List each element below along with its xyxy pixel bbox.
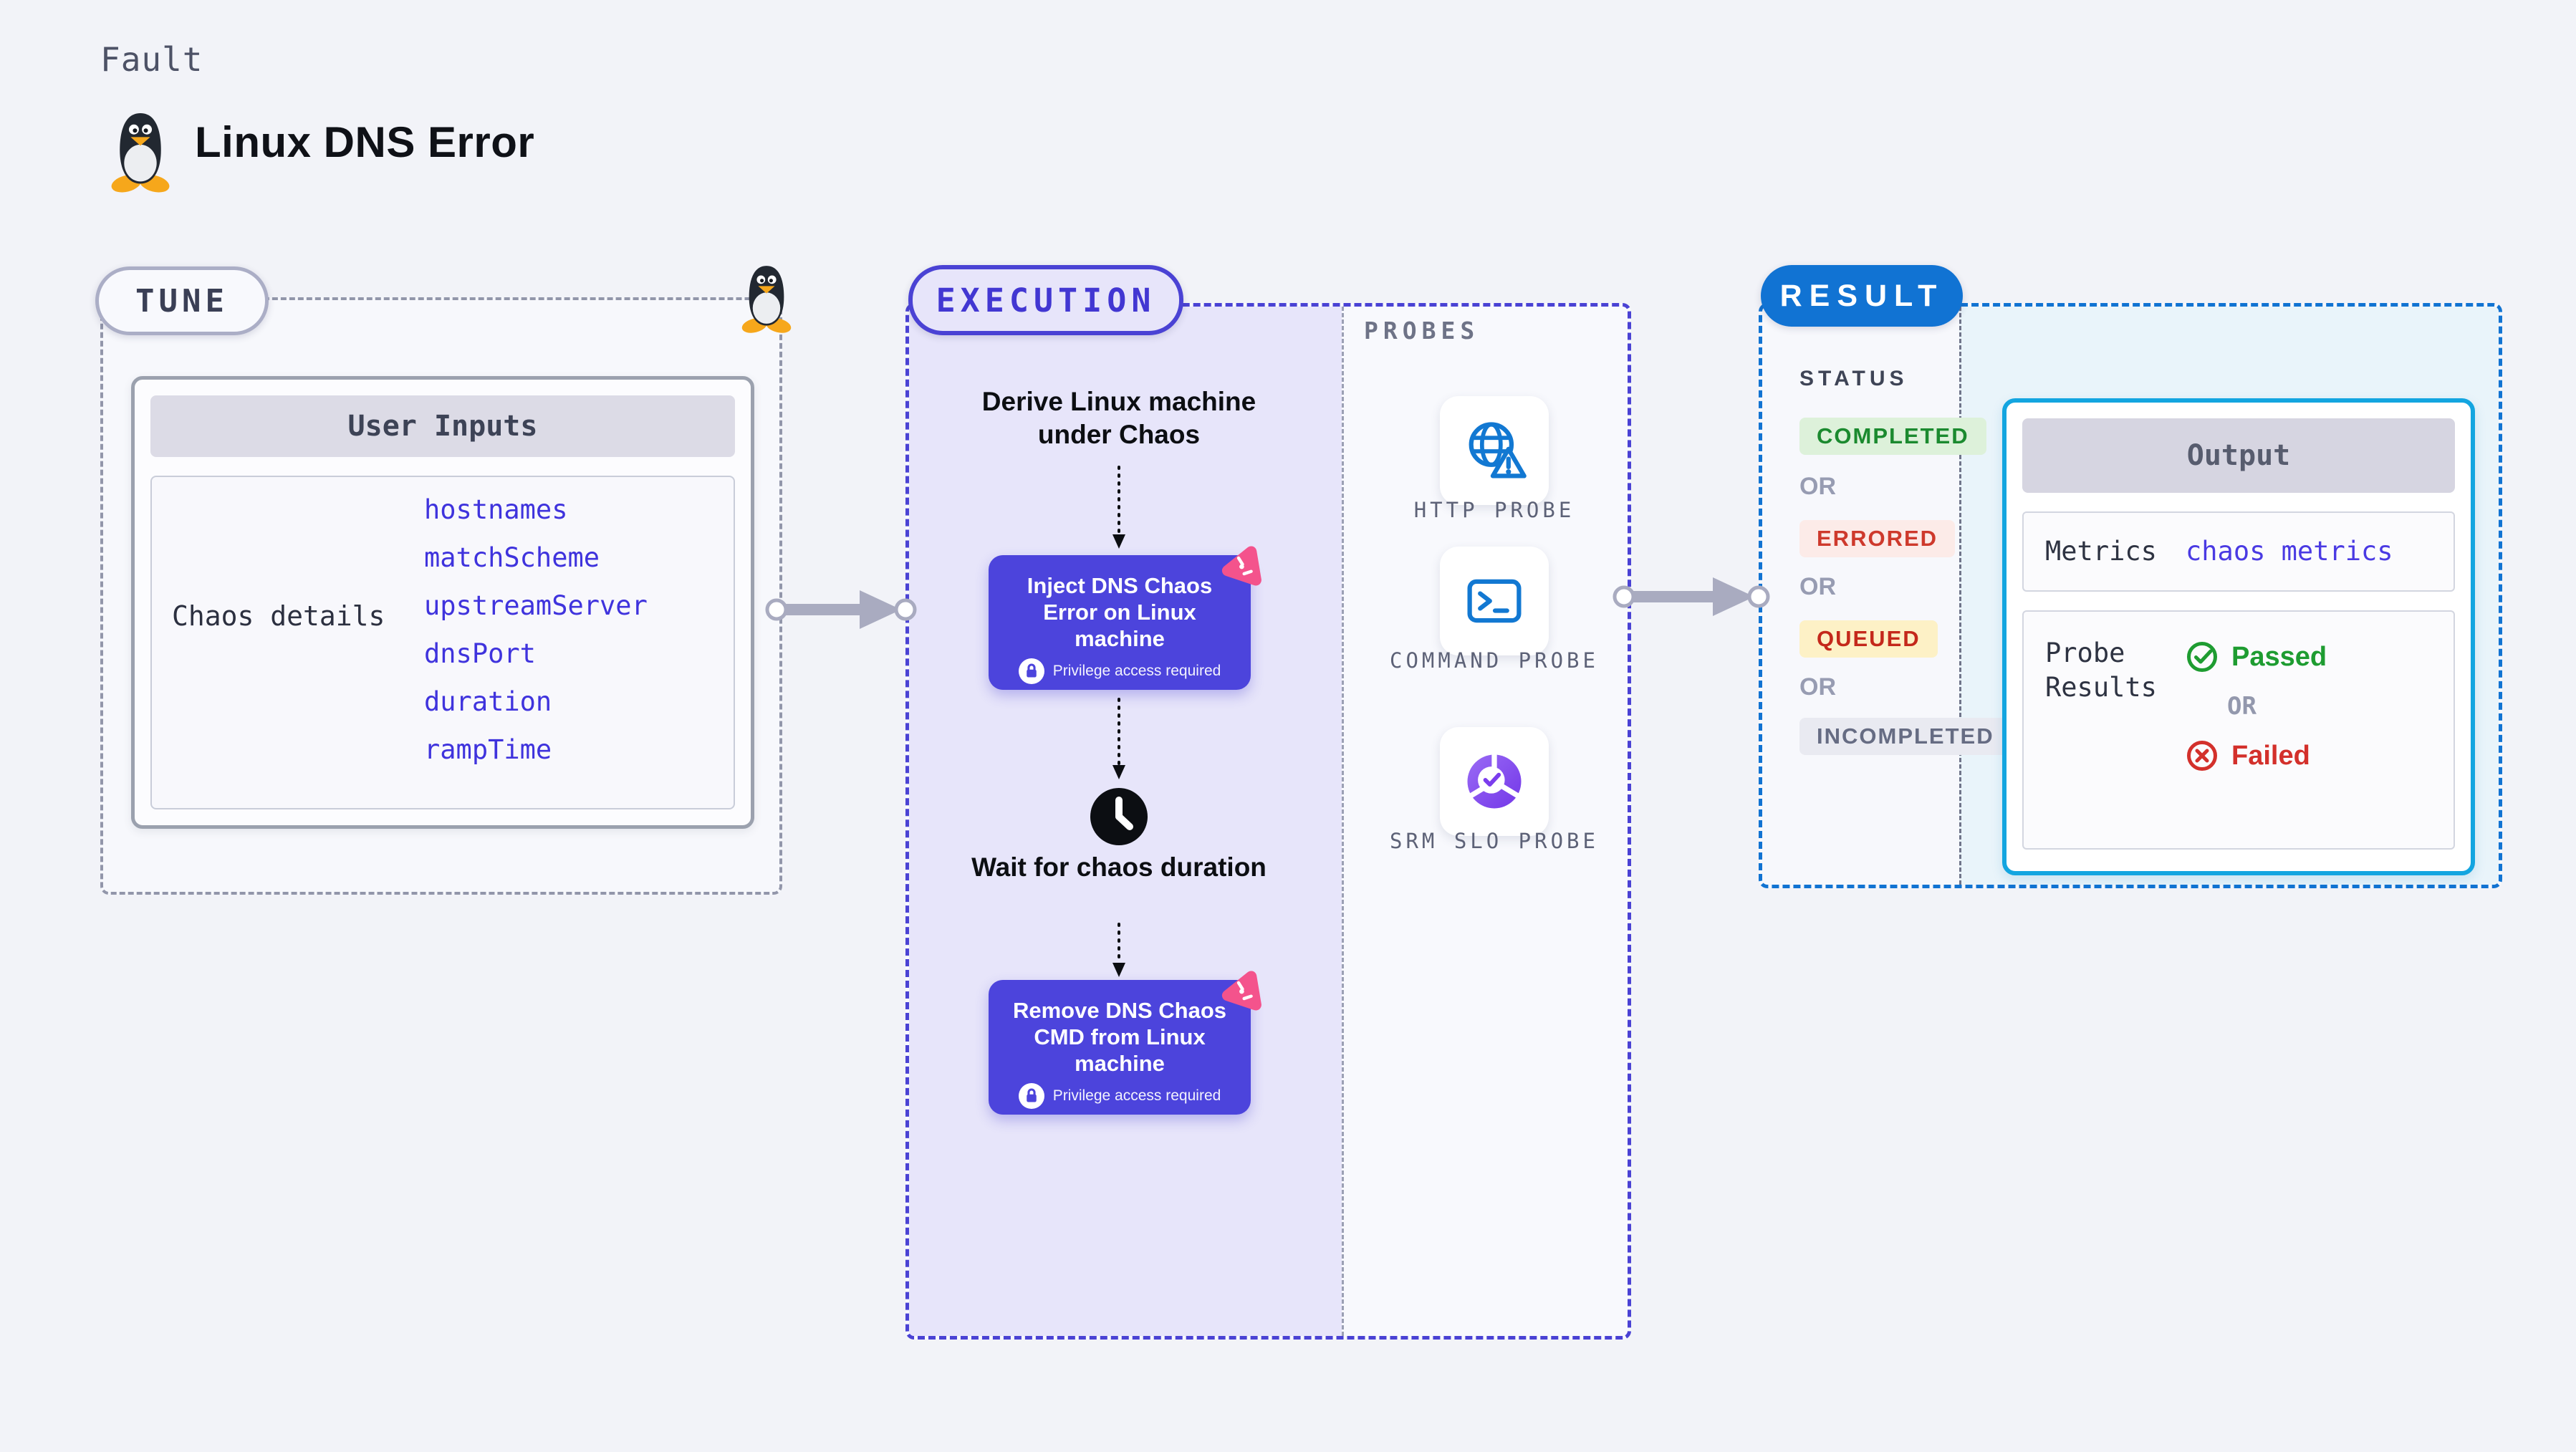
tune-section-badge: TUNE: [95, 266, 269, 335]
chaos-fault-badge-icon: [1215, 542, 1262, 590]
wait-step-label: Wait for chaos duration: [971, 852, 1267, 882]
param-upstreamserver: upstreamServer: [424, 590, 648, 621]
probe-passed-row: Passed: [2186, 640, 2327, 673]
privilege-lock-icon: [1018, 1082, 1044, 1109]
status-badge-completed: COMPLETED: [1799, 418, 1986, 455]
diagram-canvas: Fault Linux DNS Error TUNE User Inputs C…: [0, 0, 2576, 1452]
execution-probes-divider: [1342, 307, 1344, 1336]
status-badge-errored: ERRORED: [1799, 520, 1956, 557]
srm-slo-probe-label: SRM SLO PROBE: [1390, 829, 1599, 853]
tune-to-execution-arrow: [765, 590, 917, 629]
chaos-details-label: Chaos details: [172, 600, 385, 632]
terminal-icon: [1467, 579, 1522, 623]
derive-to-inject-connector: [1112, 466, 1125, 549]
inject-privilege-note: Privilege access required: [1052, 662, 1221, 679]
status-or-label: OR: [1799, 673, 1836, 701]
param-ramptime: rampTime: [424, 734, 552, 765]
inject-to-wait-connector: [1112, 698, 1125, 779]
status-or-label: OR: [1799, 473, 1836, 500]
user-inputs-header: User Inputs: [150, 395, 735, 457]
linux-tux-icon-small: [740, 266, 793, 334]
remove-step-label: Remove DNS Chaos CMD from Linux machine: [1012, 998, 1227, 1077]
metrics-value-link[interactable]: chaos metrics: [2186, 536, 2393, 567]
status-badge-incompleted: INCOMPLETED: [1799, 718, 2012, 755]
wait-to-remove-connector: [1112, 923, 1125, 977]
slo-donut-check-icon: [1467, 753, 1522, 809]
wait-clock-icon: [1090, 788, 1148, 845]
passed-label: Passed: [2231, 641, 2327, 672]
param-hostnames: hostnames: [424, 494, 568, 525]
check-circle-icon: [2187, 642, 2217, 672]
probes-section-label: PROBES: [1364, 317, 1480, 345]
metrics-label: Metrics: [2045, 536, 2157, 567]
tune-badge-label: TUNE: [135, 282, 229, 319]
linux-tux-icon: [110, 113, 171, 193]
result-status-divider: [1959, 307, 1961, 885]
page-title: Linux DNS Error: [195, 118, 535, 166]
execution-badge-label: EXECUTION: [936, 281, 1156, 319]
status-badge-queued: QUEUED: [1799, 620, 1938, 658]
privilege-lock-icon: [1018, 658, 1044, 684]
inject-dns-chaos-node[interactable]: Inject DNS Chaos Error on Linux machine …: [989, 555, 1251, 690]
probe-or-label: OR: [2227, 692, 2257, 721]
derive-step-label: Derive Linux machine under Chaos: [981, 387, 1256, 450]
execution-section-badge: EXECUTION: [908, 265, 1183, 335]
result-section-badge: RESULT: [1761, 265, 1963, 327]
http-probe-label: HTTP PROBE: [1413, 498, 1575, 522]
execution-to-result-arrow: [1613, 577, 1770, 616]
param-dnsport: dnsPort: [424, 638, 536, 669]
metrics-row: Metrics chaos metrics: [2022, 511, 2455, 592]
globe-alert-icon: [1469, 422, 1527, 479]
probe-failed-row: Failed: [2186, 739, 2327, 772]
status-column-label: STATUS: [1799, 367, 1908, 390]
user-inputs-card: User Inputs Chaos details hostnames matc…: [131, 376, 754, 829]
chaos-fault-badge-icon: [1215, 967, 1262, 1014]
command-probe-label: COMMAND PROBE: [1390, 648, 1599, 673]
command-probe-card[interactable]: [1440, 547, 1549, 655]
failed-label: Failed: [2231, 740, 2310, 771]
remove-privilege-note: Privilege access required: [1052, 1087, 1221, 1104]
chaos-details-panel: Chaos details hostnames matchScheme upst…: [150, 476, 735, 809]
probe-results-row: Probe Results Passed OR Failed: [2022, 610, 2455, 850]
remove-dns-chaos-node[interactable]: Remove DNS Chaos CMD from Linux machine …: [989, 980, 1251, 1115]
fault-kind-label: Fault: [100, 40, 203, 79]
http-probe-card[interactable]: [1440, 396, 1549, 505]
param-duration: duration: [424, 686, 552, 717]
inject-step-label: Inject DNS Chaos Error on Linux machine: [1027, 573, 1213, 652]
output-card-header: Output: [2022, 418, 2455, 493]
status-or-label: OR: [1799, 573, 1836, 600]
output-card: Output Metrics chaos metrics Probe Resul…: [2002, 398, 2475, 875]
x-circle-icon: [2187, 741, 2217, 771]
result-badge-label: RESULT: [1779, 278, 1944, 313]
param-matchscheme: matchScheme: [424, 542, 600, 573]
srm-slo-probe-card[interactable]: [1440, 727, 1549, 836]
